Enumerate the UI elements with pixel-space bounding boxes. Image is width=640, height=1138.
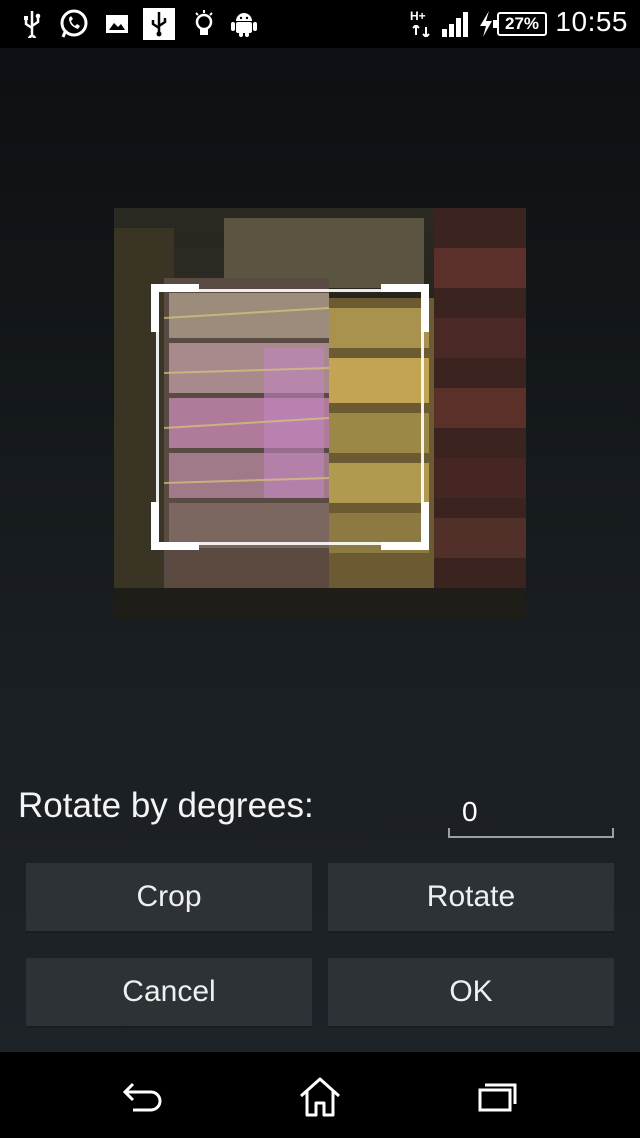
degrees-input[interactable]: 0 — [448, 790, 614, 838]
lightbulb-icon — [192, 8, 216, 40]
ok-button[interactable]: OK — [328, 958, 614, 1028]
crop-handle-bottom-right[interactable] — [381, 502, 429, 550]
crop-button[interactable]: Crop — [26, 863, 312, 933]
usb-debug-icon — [142, 8, 176, 40]
rotate-label: Rotate by degrees: — [18, 786, 314, 825]
signal-icon — [440, 8, 470, 40]
recents-icon[interactable] — [467, 1072, 527, 1122]
data-hplus-icon: H+ — [410, 8, 434, 40]
rotate-button[interactable]: Rotate — [328, 863, 614, 933]
network-label: H+ — [410, 9, 426, 23]
status-bar: H+ 27% 10:55 — [0, 0, 640, 48]
crop-selection[interactable] — [151, 284, 429, 550]
degrees-value: 0 — [462, 796, 478, 827]
crop-button-label: Crop — [136, 880, 202, 913]
cancel-button-label: Cancel — [122, 975, 216, 1008]
cancel-button[interactable]: Cancel — [26, 958, 312, 1028]
back-icon[interactable] — [113, 1072, 173, 1122]
usb-icon — [18, 8, 46, 40]
crop-handle-top-right[interactable] — [381, 284, 429, 332]
ok-button-label: OK — [449, 975, 493, 1008]
crop-handle-bottom-left[interactable] — [151, 502, 199, 550]
navigation-bar — [0, 1052, 640, 1138]
battery-percent: 27% — [504, 14, 540, 33]
crop-handle-top-left[interactable] — [151, 284, 199, 332]
battery-icon: 27% — [493, 8, 548, 40]
gallery-icon — [104, 8, 130, 40]
home-icon[interactable] — [290, 1072, 350, 1122]
rotate-button-label: Rotate — [426, 880, 516, 913]
whatsapp-icon — [58, 8, 90, 40]
android-icon — [230, 8, 258, 40]
clock: 10:55 — [555, 6, 628, 37]
